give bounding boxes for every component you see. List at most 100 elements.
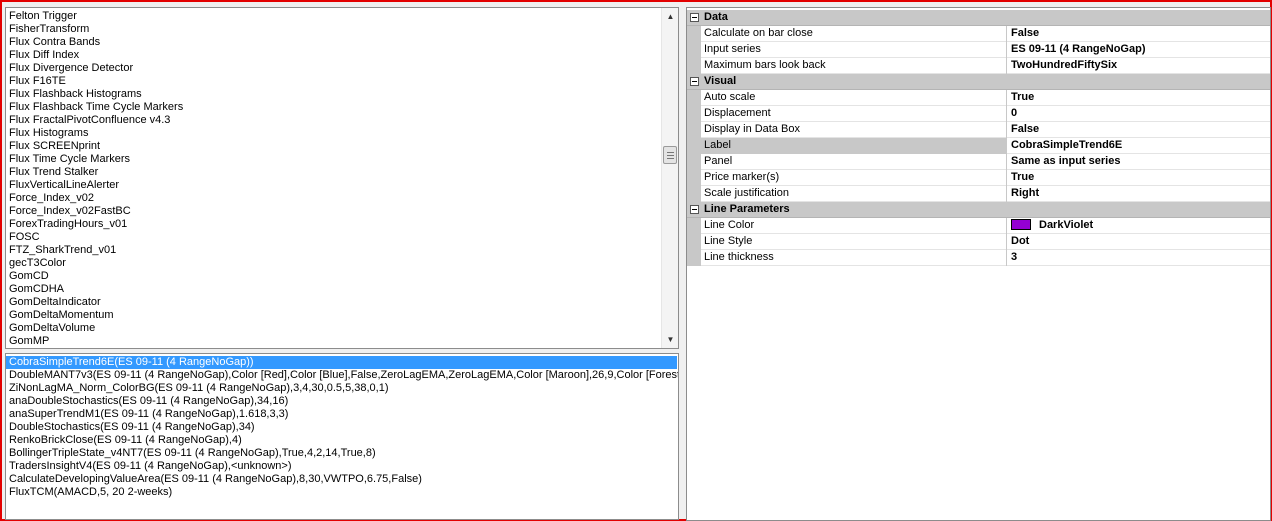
property-name: Displacement bbox=[701, 106, 1007, 122]
property-row[interactable]: Label CobraSimpleTrend6E bbox=[687, 138, 1270, 154]
property-value[interactable]: 0 bbox=[1008, 106, 1270, 122]
applied-list-items: CobraSimpleTrend6E(ES 09-11 (4 RangeNoGa… bbox=[6, 356, 678, 499]
indicator-list-item[interactable]: GomCDHA bbox=[6, 283, 661, 296]
scroll-up-arrow-icon[interactable]: ▲ bbox=[662, 8, 678, 25]
property-name: Label bbox=[701, 138, 1007, 154]
indicator-list-item[interactable]: Felton Trigger bbox=[6, 10, 661, 23]
indicator-list-item[interactable]: Force_Index_v02 bbox=[6, 192, 661, 205]
indicator-list-item[interactable]: FOSC bbox=[6, 231, 661, 244]
property-row[interactable]: Input series ES 09-11 (4 RangeNoGap) bbox=[687, 42, 1270, 58]
applied-indicators-list[interactable]: CobraSimpleTrend6E(ES 09-11 (4 RangeNoGa… bbox=[5, 353, 679, 520]
property-name: Scale justification bbox=[701, 186, 1007, 202]
category-label: Visual bbox=[704, 75, 737, 87]
indicator-list-item[interactable]: Flux Divergence Detector bbox=[6, 62, 661, 75]
indicator-list-item[interactable]: Flux Flashback Histograms bbox=[6, 88, 661, 101]
collapse-toggle-icon[interactable] bbox=[690, 77, 699, 86]
property-value-text: Same as input series bbox=[1011, 155, 1121, 167]
applied-indicator-item[interactable]: DoubleMANT7v3(ES 09-11 (4 RangeNoGap),Co… bbox=[6, 369, 678, 382]
property-row[interactable]: Price marker(s) True bbox=[687, 170, 1270, 186]
indicator-list-item[interactable]: ForexTradingHours_v01 bbox=[6, 218, 661, 231]
applied-indicator-item[interactable]: CobraSimpleTrend6E(ES 09-11 (4 RangeNoGa… bbox=[6, 356, 677, 369]
collapse-toggle-icon[interactable] bbox=[690, 13, 699, 22]
indicator-list-item[interactable]: gecT3Color bbox=[6, 257, 661, 270]
property-row[interactable]: Scale justification Right bbox=[687, 186, 1270, 202]
applied-indicator-item[interactable]: anaSuperTrendM1(ES 09-11 (4 RangeNoGap),… bbox=[6, 408, 678, 421]
applied-indicator-item[interactable]: DoubleStochastics(ES 09-11 (4 RangeNoGap… bbox=[6, 421, 678, 434]
indicator-list-item[interactable]: Flux SCREENprint bbox=[6, 140, 661, 153]
property-name: Calculate on bar close bbox=[701, 26, 1007, 42]
indicator-list-item[interactable]: Flux Time Cycle Markers bbox=[6, 153, 661, 166]
property-value-text: ES 09-11 (4 RangeNoGap) bbox=[1011, 43, 1146, 55]
indicator-list-item[interactable]: Flux Diff Index bbox=[6, 49, 661, 62]
property-row[interactable]: Calculate on bar close False bbox=[687, 26, 1270, 42]
indicator-list-item[interactable]: GomMP bbox=[6, 335, 661, 348]
scroll-thumb[interactable] bbox=[663, 146, 677, 164]
property-value[interactable]: CobraSimpleTrend6E bbox=[1008, 138, 1270, 154]
indicator-list-item[interactable]: Flux Contra Bands bbox=[6, 36, 661, 49]
applied-indicator-item[interactable]: RenkoBrickClose(ES 09-11 (4 RangeNoGap),… bbox=[6, 434, 678, 447]
thumb-grip-line bbox=[667, 158, 674, 159]
property-value[interactable]: ES 09-11 (4 RangeNoGap) bbox=[1008, 42, 1270, 58]
property-value[interactable]: Dot bbox=[1008, 234, 1270, 250]
property-name: Line thickness bbox=[701, 250, 1007, 266]
indicator-list-item[interactable]: Flux Trend Stalker bbox=[6, 166, 661, 179]
property-value[interactable]: True bbox=[1008, 170, 1270, 186]
indicator-list-scrollbar[interactable]: ▲ ▼ bbox=[661, 8, 678, 348]
property-value[interactable]: Same as input series bbox=[1008, 154, 1270, 170]
row-gutter bbox=[687, 250, 701, 266]
applied-indicator-item[interactable]: ZiNonLagMA_Norm_ColorBG(ES 09-11 (4 Rang… bbox=[6, 382, 678, 395]
row-gutter bbox=[687, 106, 701, 122]
property-category[interactable]: Data bbox=[687, 10, 1270, 26]
applied-indicator-item[interactable]: TradersInsightV4(ES 09-11 (4 RangeNoGap)… bbox=[6, 460, 678, 473]
indicator-list-item[interactable]: FTZ_SharkTrend_v01 bbox=[6, 244, 661, 257]
indicator-list-item[interactable]: Force_Index_v02FastBC bbox=[6, 205, 661, 218]
collapse-toggle-icon[interactable] bbox=[690, 205, 699, 214]
applied-indicator-item[interactable]: FluxTCM(AMACD,5, 20 2-weeks) bbox=[6, 486, 678, 499]
property-value[interactable]: False bbox=[1008, 26, 1270, 42]
property-value[interactable]: DarkViolet bbox=[1008, 218, 1270, 234]
indicator-list-item[interactable]: GomCD bbox=[6, 270, 661, 283]
property-row[interactable]: Displacement 0 bbox=[687, 106, 1270, 122]
property-category[interactable]: Line Parameters bbox=[687, 202, 1270, 218]
property-value[interactable]: True bbox=[1008, 90, 1270, 106]
property-value-text: False bbox=[1011, 27, 1040, 39]
indicator-list-item[interactable]: FluxVerticalLineAlerter bbox=[6, 179, 661, 192]
property-row[interactable]: Line thickness 3 bbox=[687, 250, 1270, 266]
property-name: Panel bbox=[701, 154, 1007, 170]
indicator-list-item[interactable]: GomDeltaMomentum bbox=[6, 309, 661, 322]
property-row[interactable]: Panel Same as input series bbox=[687, 154, 1270, 170]
property-value-text: CobraSimpleTrend6E bbox=[1011, 139, 1123, 151]
scroll-down-arrow-icon[interactable]: ▼ bbox=[662, 331, 678, 348]
row-gutter bbox=[687, 58, 701, 74]
property-value[interactable]: Right bbox=[1008, 186, 1270, 202]
row-gutter bbox=[687, 138, 701, 154]
indicator-list[interactable]: Felton Trigger FisherTransform Flux Contra… bbox=[5, 7, 679, 349]
property-grid[interactable]: Data Calculate on bar close False Input ser… bbox=[686, 7, 1271, 521]
applied-indicator-item[interactable]: CalculateDevelopingValueArea(ES 09-11 (4… bbox=[6, 473, 678, 486]
indicator-list-item[interactable]: Flux FractalPivotConfluence v4.3 bbox=[6, 114, 661, 127]
indicator-list-item[interactable]: GomDeltaIndicator bbox=[6, 296, 661, 309]
row-gutter bbox=[687, 26, 701, 42]
property-value[interactable]: 3 bbox=[1008, 250, 1270, 266]
indicator-list-item[interactable]: Flux Histograms bbox=[6, 127, 661, 140]
property-value[interactable]: False bbox=[1008, 122, 1270, 138]
indicator-list-item[interactable]: FisherTransform bbox=[6, 23, 661, 36]
applied-indicator-item[interactable]: anaDoubleStochastics(ES 09-11 (4 RangeNo… bbox=[6, 395, 678, 408]
property-value[interactable]: TwoHundredFiftySix bbox=[1008, 58, 1270, 74]
property-value-text: 3 bbox=[1011, 251, 1018, 263]
indicator-list-item[interactable]: GomDeltaVolume bbox=[6, 322, 661, 335]
indicator-list-item[interactable]: Flux Flashback Time Cycle Markers bbox=[6, 101, 661, 114]
row-gutter bbox=[687, 234, 701, 250]
property-row[interactable]: Display in Data Box False bbox=[687, 122, 1270, 138]
property-name: Line Style bbox=[701, 234, 1007, 250]
property-value-text: False bbox=[1011, 123, 1040, 135]
indicator-list-item[interactable]: Flux F16TE bbox=[6, 75, 661, 88]
property-row[interactable]: Line Color DarkViolet bbox=[687, 218, 1270, 234]
indicator-list-items: Felton Trigger FisherTransform Flux Contra… bbox=[6, 10, 661, 348]
property-category[interactable]: Visual bbox=[687, 74, 1270, 90]
property-row[interactable]: Auto scale True bbox=[687, 90, 1270, 106]
property-row[interactable]: Maximum bars look back TwoHundredFiftySix bbox=[687, 58, 1270, 74]
thumb-grip-line bbox=[667, 152, 674, 153]
applied-indicator-item[interactable]: BollingerTripleState_v4NT7(ES 09-11 (4 R… bbox=[6, 447, 678, 460]
property-row[interactable]: Line Style Dot bbox=[687, 234, 1270, 250]
